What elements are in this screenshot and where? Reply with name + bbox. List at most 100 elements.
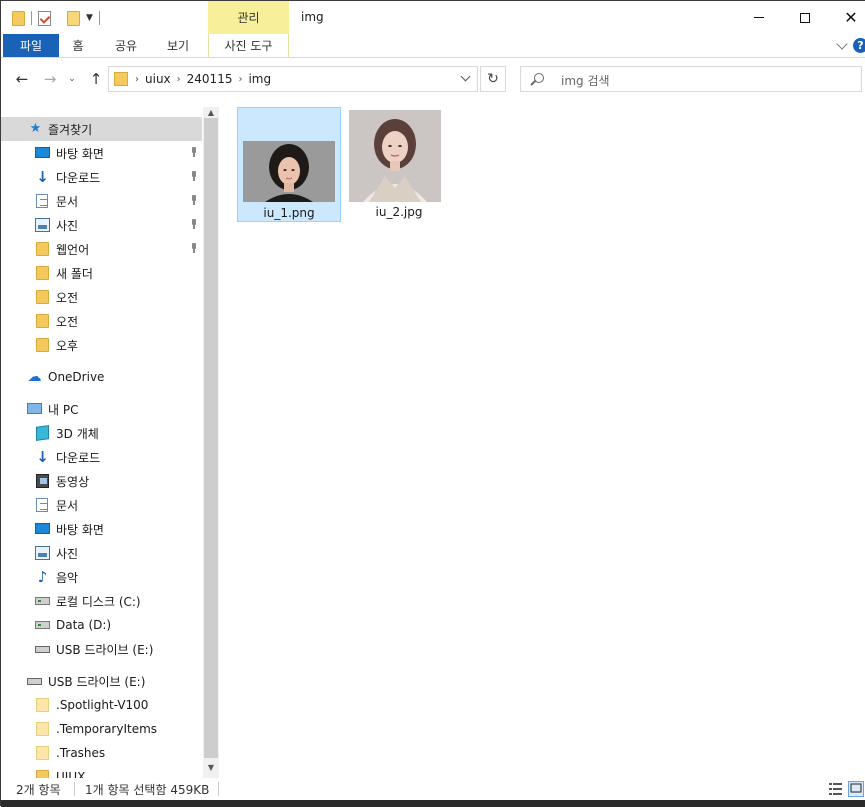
manage-context-tab[interactable]: 관리 — [208, 1, 289, 34]
sidebar-item-label: 새 폴더 — [56, 266, 93, 281]
ribbon-tabs: 파일 홈 공유 보기 사진 도구 ? — [1, 34, 865, 58]
sidebar-item-downloads[interactable]: ↓ 다운로드 — [1, 445, 202, 469]
customize-toolbar-icon[interactable]: ▼ — [86, 13, 93, 23]
window-title: img — [301, 10, 324, 24]
tab-view[interactable]: 보기 — [158, 34, 198, 57]
title-bar: ▼ 관리 img ✕ — [1, 1, 865, 34]
forward-button[interactable]: → — [39, 68, 61, 90]
properties-icon[interactable] — [38, 10, 51, 26]
breadcrumb-item[interactable]: 240115 — [187, 72, 233, 86]
help-icon[interactable]: ? — [853, 38, 865, 53]
pin-icon — [190, 219, 198, 230]
sidebar-item-label: 웹언어 — [56, 242, 90, 257]
address-bar[interactable]: › uiux › 240115 › img — [108, 66, 478, 92]
sidebar-item-pictures[interactable]: 사진 — [1, 213, 202, 237]
up-button[interactable]: ↑ — [85, 68, 107, 90]
sidebar-item-folder[interactable]: 웹언어 — [1, 237, 202, 261]
quick-access-toolbar: ▼ — [12, 9, 106, 27]
desktop-icon — [35, 523, 50, 534]
tab-picture-tools[interactable]: 사진 도구 — [208, 34, 289, 57]
sidebar-item-folder[interactable]: 오전 — [1, 285, 202, 309]
breadcrumb-item[interactable]: uiux — [145, 72, 171, 86]
file-item[interactable]: iu_1.png — [237, 107, 341, 222]
chevron-down-icon[interactable] — [460, 71, 471, 82]
drive-icon — [35, 621, 50, 629]
tab-file[interactable]: 파일 — [3, 34, 59, 57]
item-count: 2개 항목 — [16, 783, 61, 797]
desktop-icon — [35, 147, 50, 158]
sidebar-item-3d-objects[interactable]: 3D 개체 — [1, 421, 202, 445]
sidebar-item-quick-access[interactable]: ★ 즐겨찾기 — [1, 117, 202, 141]
sidebar-item-pictures[interactable]: 사진 — [1, 541, 202, 565]
sidebar-item-label: UIUX — [56, 770, 86, 778]
computer-icon — [27, 403, 42, 414]
new-folder-icon[interactable] — [67, 10, 80, 26]
star-icon: ★ — [29, 121, 42, 136]
sidebar-item-downloads[interactable]: ↓ 다운로드 — [1, 165, 202, 189]
sidebar-item-folder[interactable]: .Spotlight-V100 — [1, 693, 202, 717]
scroll-down-icon[interactable]: ▼ — [206, 763, 216, 772]
pin-icon — [190, 195, 198, 206]
pin-icon — [190, 147, 198, 158]
file-list: iu_1.png iu_2.jpg — [219, 99, 865, 778]
pictures-icon — [35, 218, 50, 232]
sidebar-item-desktop[interactable]: 바탕 화면 — [1, 141, 202, 165]
sidebar-item-usb-drive[interactable]: USB 드라이브 (E:) — [1, 637, 202, 661]
usb-drive-icon — [35, 646, 50, 653]
close-button[interactable]: ✕ — [828, 1, 865, 34]
sidebar-item-desktop[interactable]: 바탕 화면 — [1, 517, 202, 541]
maximize-button[interactable] — [782, 1, 828, 34]
pin-icon — [190, 171, 198, 182]
tab-home[interactable]: 홈 — [63, 34, 93, 57]
file-item[interactable]: iu_2.jpg — [347, 107, 451, 222]
navigation-pane: ★ 즐겨찾기 바탕 화면 ↓ 다운로드 문서 사진 웹언어 새 폴더 오전 오전… — [1, 107, 219, 778]
search-input[interactable]: img 검색 — [520, 66, 862, 92]
sidebar-item-folder[interactable]: 새 폴더 — [1, 261, 202, 285]
recent-locations-icon[interactable]: ⌄ — [61, 68, 83, 90]
folder-icon — [36, 338, 49, 352]
sidebar-item-folder[interactable]: 오후 — [1, 333, 202, 357]
scrollbar-thumb[interactable] — [204, 118, 218, 758]
details-view-icon[interactable] — [828, 781, 844, 797]
scroll-up-icon[interactable]: ▲ — [206, 108, 216, 117]
sidebar-item-documents[interactable]: 문서 — [1, 493, 202, 517]
usb-drive-icon — [27, 678, 42, 685]
back-button[interactable]: ← — [11, 68, 33, 90]
sidebar-item-label: USB 드라이브 (E:) — [48, 674, 146, 689]
sidebar-item-label: .Spotlight-V100 — [56, 698, 149, 712]
sidebar-item-videos[interactable]: 동영상 — [1, 469, 202, 493]
sidebar-item-folder[interactable]: .TemporaryItems — [1, 717, 202, 741]
selection-info: 1개 항목 선택함 459KB — [85, 783, 210, 797]
folder-icon — [36, 722, 49, 736]
tab-share[interactable]: 공유 — [106, 34, 146, 57]
breadcrumb: › uiux › 240115 › img — [135, 72, 271, 86]
sidebar-item-folder[interactable]: 오전 — [1, 309, 202, 333]
document-icon — [36, 194, 48, 208]
close-icon: ✕ — [844, 7, 858, 27]
music-icon: ♪ — [37, 568, 48, 586]
sidebar-item-onedrive[interactable]: ☁ OneDrive — [1, 365, 202, 389]
expand-ribbon-icon[interactable] — [836, 38, 848, 50]
sidebar-item-usb-root[interactable]: USB 드라이브 (E:) — [1, 669, 202, 693]
sidebar-item-documents[interactable]: 문서 — [1, 189, 202, 213]
folder-icon — [36, 698, 49, 712]
minimize-button[interactable] — [736, 1, 782, 34]
sidebar-item-folder[interactable]: UIUX — [1, 765, 202, 778]
file-name: iu_2.jpg — [375, 205, 423, 219]
sidebar-item-music[interactable]: ♪ 음악 — [1, 565, 202, 589]
large-icons-view-icon[interactable] — [848, 781, 864, 797]
sidebar-item-local-disk[interactable]: 로컬 디스크 (C:) — [1, 589, 202, 613]
refresh-button[interactable]: ↻ — [480, 66, 506, 92]
breadcrumb-item[interactable]: img — [248, 72, 271, 86]
toolbar-divider — [98, 11, 100, 25]
document-icon — [36, 498, 48, 512]
sidebar-item-folder[interactable]: .Trashes — [1, 741, 202, 765]
folder-icon — [36, 746, 49, 760]
chevron-right-icon: › — [135, 73, 139, 85]
folder-icon — [36, 242, 49, 256]
sidebar-item-this-pc[interactable]: 내 PC — [1, 397, 202, 421]
sidebar-item-label: OneDrive — [48, 370, 105, 384]
sidebar-item-label: 로컬 디스크 (C:) — [56, 594, 141, 609]
sidebar-item-label: 다운로드 — [56, 450, 101, 465]
sidebar-item-data-drive[interactable]: Data (D:) — [1, 613, 202, 637]
